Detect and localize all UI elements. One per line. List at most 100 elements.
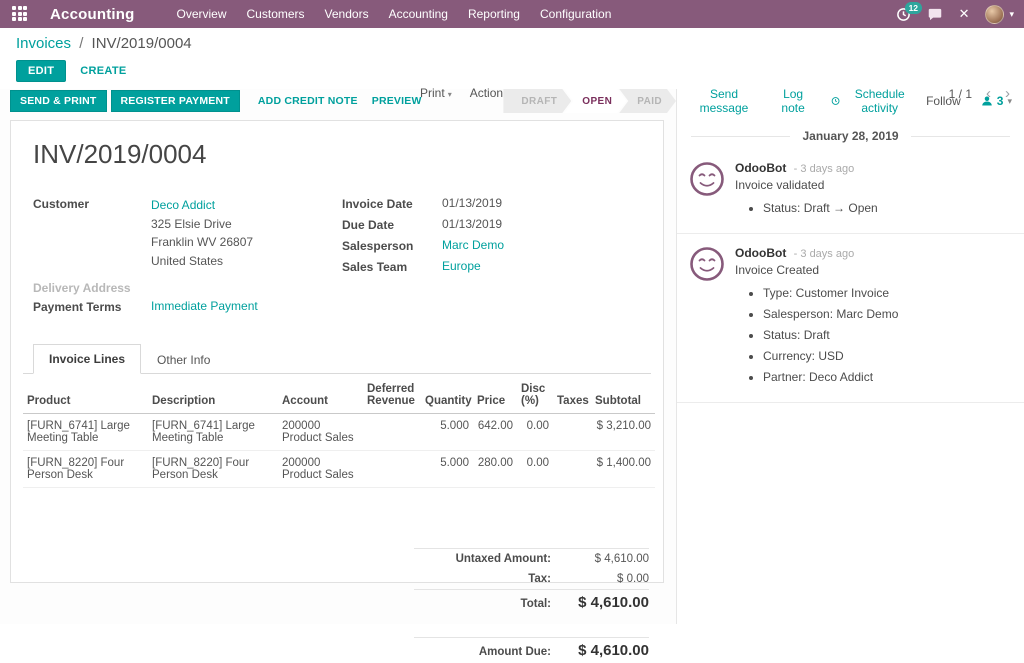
apps-grid-icon[interactable] <box>12 6 28 22</box>
salesperson-link[interactable]: Marc Demo <box>442 238 504 253</box>
create-button[interactable]: CREATE <box>80 65 126 77</box>
debug-tools-icon[interactable]: ✕ <box>959 6 970 22</box>
log-note-button[interactable]: Log note <box>767 89 819 115</box>
tab-invoice-lines[interactable]: Invoice Lines <box>33 344 141 374</box>
tax-value: $ 0.00 <box>565 573 649 585</box>
chevron-down-icon: ▾ <box>448 90 452 99</box>
action-dropdowns: Print▾ Action▾ <box>420 86 510 100</box>
message-tracking-values: Type: Customer Invoice Salesperson: Marc… <box>763 283 1010 388</box>
activities-clock-icon[interactable]: 12 <box>896 7 911 22</box>
delivery-address-label: Delivery Address <box>33 280 151 295</box>
sales-team-link[interactable]: Europe <box>442 259 481 274</box>
menu-configuration[interactable]: Configuration <box>530 0 621 28</box>
form-view-pane: SEND & PRINT REGISTER PAYMENT ADD CREDIT… <box>0 89 676 624</box>
breadcrumb-invoices-link[interactable]: Invoices <box>16 35 71 52</box>
table-row[interactable]: [FURN_8220] Four Person Desk [FURN_8220]… <box>23 451 655 488</box>
untaxed-amount-value: $ 4,610.00 <box>565 553 649 565</box>
notebook-tabs: Invoice Lines Other Info <box>23 343 651 374</box>
menu-overview[interactable]: Overview <box>167 0 237 28</box>
control-panel: Invoices / INV/2019/0004 EDIT CREATE Pri… <box>0 28 1024 89</box>
pager-previous-icon[interactable]: ‹ <box>986 86 991 101</box>
breadcrumb-current: INV/2019/0004 <box>92 35 192 52</box>
col-price: Price <box>473 378 517 414</box>
form-statusbar: SEND & PRINT REGISTER PAYMENT ADD CREDIT… <box>0 89 676 113</box>
salesperson-label: Salesperson <box>342 238 442 253</box>
invoice-date-label: Invoice Date <box>342 196 442 211</box>
print-dropdown[interactable]: Print▾ <box>420 86 452 100</box>
messages-bubble-icon[interactable] <box>927 7 943 22</box>
invoice-date-value: 01/13/2019 <box>442 196 502 211</box>
status-open[interactable]: OPEN <box>564 89 626 113</box>
record-pager: 1 / 1 ‹ › <box>949 86 1010 101</box>
register-payment-button[interactable]: REGISTER PAYMENT <box>111 90 240 112</box>
chevron-down-icon: ▾ <box>1009 9 1014 20</box>
invoice-sheet: INV/2019/0004 Customer Deco Addict 325 E… <box>10 120 664 583</box>
send-print-button[interactable]: SEND & PRINT <box>10 90 107 112</box>
table-row[interactable]: [FURN_6741] Large Meeting Table [FURN_67… <box>23 414 655 451</box>
col-product: Product <box>23 378 148 414</box>
customer-country: United States <box>151 252 253 271</box>
amount-due-value: $ 4,610.00 <box>565 642 649 659</box>
status-paid[interactable]: PAID <box>619 89 676 113</box>
customer-street: 325 Elsie Drive <box>151 215 253 234</box>
chatter-message: OdooBot - 3 days ago Invoice Created Typ… <box>677 234 1024 403</box>
menu-accounting[interactable]: Accounting <box>379 0 458 28</box>
message-author[interactable]: OdooBot <box>735 161 786 175</box>
schedule-activity-button[interactable]: Schedule activity <box>823 89 922 115</box>
col-account: Account <box>278 378 363 414</box>
pager-value: 1 / 1 <box>949 87 972 101</box>
app-title: Accounting <box>50 6 135 23</box>
tab-other-info[interactable]: Other Info <box>141 344 226 374</box>
due-date-value: 01/13/2019 <box>442 217 502 232</box>
tax-row: Tax: $ 0.00 <box>414 569 649 589</box>
activity-count-badge: 12 <box>905 2 922 14</box>
menu-reporting[interactable]: Reporting <box>458 0 530 28</box>
col-disc: Disc (%) <box>517 378 553 414</box>
chatter-message: OdooBot - 3 days ago Invoice validated S… <box>677 149 1024 234</box>
col-description: Description <box>148 378 278 414</box>
col-taxes: Taxes <box>553 378 591 414</box>
clock-icon <box>831 95 840 107</box>
invoice-number-title: INV/2019/0004 <box>33 139 651 170</box>
send-message-button[interactable]: Send message <box>685 89 763 115</box>
main-content: SEND & PRINT REGISTER PAYMENT ADD CREDIT… <box>0 89 1024 624</box>
total-value: $ 4,610.00 <box>565 594 649 611</box>
untaxed-amount-row: Untaxed Amount: $ 4,610.00 <box>414 548 649 569</box>
amount-due-row: Amount Due: $ 4,610.00 <box>414 637 649 663</box>
col-subtotal: Subtotal <box>591 378 655 414</box>
top-navbar: Accounting Overview Customers Vendors Ac… <box>0 0 1024 28</box>
message-author[interactable]: OdooBot <box>735 246 786 260</box>
status-draft[interactable]: DRAFT <box>503 89 571 113</box>
left-field-group: Customer Deco Addict 325 Elsie Drive Fra… <box>33 196 342 317</box>
add-credit-note-button[interactable]: ADD CREDIT NOTE <box>258 95 358 107</box>
payment-terms-link[interactable]: Immediate Payment <box>151 299 258 314</box>
right-field-group: Invoice Date 01/13/2019 Due Date 01/13/2… <box>342 196 651 317</box>
invoice-totals: Untaxed Amount: $ 4,610.00 Tax: $ 0.00 T… <box>414 548 649 663</box>
total-row: Total: $ 4,610.00 <box>414 589 649 615</box>
systray: 12 ✕ ▾ <box>896 5 1014 24</box>
odoobot-avatar <box>689 246 725 282</box>
message-body: Invoice validated <box>735 178 1010 192</box>
preview-button[interactable]: PREVIEW <box>372 95 422 107</box>
top-menu: Overview Customers Vendors Accounting Re… <box>167 0 622 28</box>
breadcrumb: Invoices / INV/2019/0004 <box>16 35 1008 52</box>
odoobot-avatar <box>689 161 725 197</box>
menu-vendors[interactable]: Vendors <box>315 0 379 28</box>
chatter-pane: Send message Log note Schedule activity … <box>676 89 1024 624</box>
table-header-row: Product Description Account Deferred Rev… <box>23 378 655 414</box>
breadcrumb-separator: / <box>79 35 83 52</box>
message-timestamp: - 3 days ago <box>794 248 855 260</box>
due-date-label: Due Date <box>342 217 442 232</box>
edit-button[interactable]: EDIT <box>16 60 66 82</box>
message-timestamp: - 3 days ago <box>794 163 855 175</box>
user-menu[interactable]: ▾ <box>985 5 1014 24</box>
customer-link[interactable]: Deco Addict <box>151 196 253 215</box>
menu-customers[interactable]: Customers <box>237 0 315 28</box>
col-quantity: Quantity <box>421 378 473 414</box>
customer-label: Customer <box>33 196 151 270</box>
date-separator: January 28, 2019 <box>691 129 1010 143</box>
status-pipeline: DRAFT OPEN PAID <box>503 89 676 113</box>
payment-terms-label: Payment Terms <box>33 299 151 314</box>
customer-city: Franklin WV 26807 <box>151 233 253 252</box>
pager-next-icon[interactable]: › <box>1005 86 1010 101</box>
